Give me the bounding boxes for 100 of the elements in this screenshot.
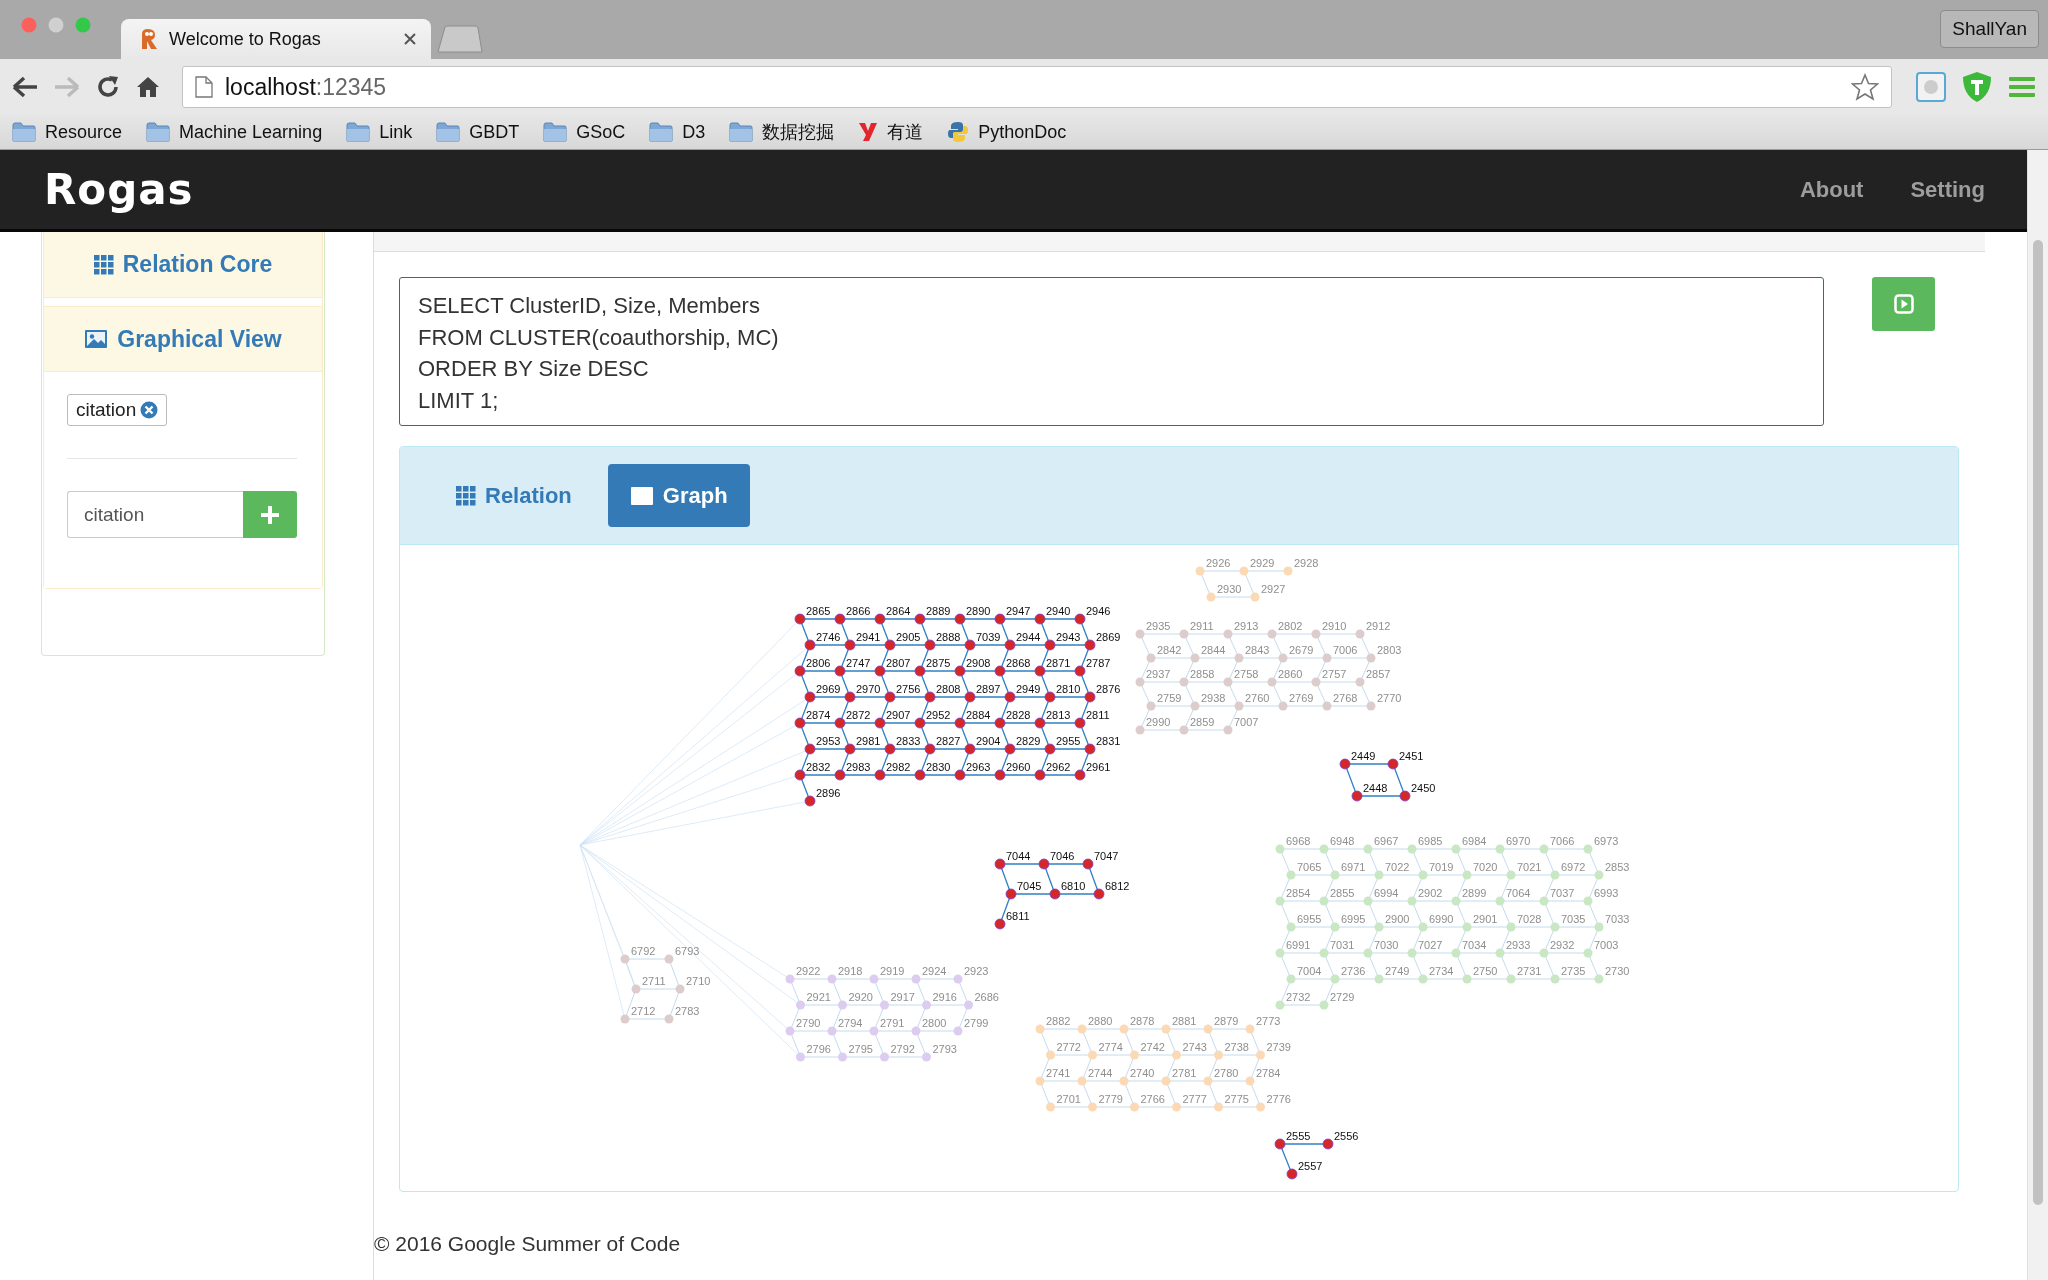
graph-node[interactable]	[1418, 870, 1428, 880]
graph-node[interactable]	[1044, 639, 1056, 651]
graph-node[interactable]	[1084, 639, 1096, 651]
graph-node[interactable]	[874, 665, 886, 677]
graph-node[interactable]	[1330, 974, 1340, 984]
extension-icon[interactable]	[1916, 72, 1946, 102]
graph-node[interactable]	[1245, 1076, 1255, 1086]
graph-node[interactable]	[1387, 758, 1399, 770]
graph-node[interactable]	[1355, 677, 1365, 687]
graph-node[interactable]	[838, 1052, 847, 1062]
forward-icon[interactable]	[54, 76, 80, 98]
graph-node[interactable]	[1195, 566, 1205, 576]
bookmark[interactable]: D3	[649, 121, 706, 143]
bookmark[interactable]: Machine Learning	[146, 121, 323, 143]
scrollbar-thumb[interactable]	[2033, 240, 2043, 1205]
bookmark[interactable]: 数据挖掘	[729, 120, 835, 144]
graph-node[interactable]	[874, 769, 886, 781]
bookmark[interactable]: 有道	[858, 120, 924, 144]
graph-node[interactable]	[1074, 769, 1086, 781]
app-logo[interactable]: Rogas	[44, 165, 194, 214]
graph-node[interactable]	[1161, 1076, 1171, 1086]
graph-node[interactable]	[1506, 974, 1516, 984]
graph-node[interactable]	[1283, 566, 1293, 576]
graph-node[interactable]	[1203, 1024, 1213, 1034]
graph-node[interactable]	[869, 1026, 879, 1036]
profile-button[interactable]: ShallYan	[1940, 10, 2039, 48]
graph-node[interactable]	[1319, 844, 1329, 854]
graph-node[interactable]	[1077, 1076, 1087, 1086]
graph-node[interactable]	[954, 717, 966, 729]
graph-node[interactable]	[1495, 844, 1505, 854]
graph-node[interactable]	[924, 639, 936, 651]
graph-node[interactable]	[1034, 665, 1046, 677]
graph-node[interactable]	[620, 1014, 630, 1024]
graph-node[interactable]	[1044, 691, 1056, 703]
graph-node[interactable]	[834, 769, 846, 781]
graph-node[interactable]	[794, 613, 806, 625]
graph-node[interactable]	[1223, 677, 1233, 687]
graph-node[interactable]	[1462, 974, 1472, 984]
graph-node[interactable]	[1339, 758, 1351, 770]
graph-node[interactable]	[1407, 844, 1417, 854]
graph-node[interactable]	[1077, 1024, 1087, 1034]
graph-node[interactable]	[1319, 1000, 1329, 1010]
graph-node[interactable]	[1049, 888, 1061, 900]
graph-node[interactable]	[1286, 922, 1296, 932]
graph-node[interactable]	[880, 1052, 889, 1062]
graph-node[interactable]	[1239, 566, 1249, 576]
graph-node[interactable]	[1278, 653, 1288, 663]
graph-node[interactable]	[994, 613, 1006, 625]
back-icon[interactable]	[12, 76, 38, 98]
graph-node[interactable]	[964, 639, 976, 651]
graph-node[interactable]	[1278, 701, 1288, 711]
graph-node[interactable]	[1044, 743, 1056, 755]
graph-node[interactable]	[1330, 870, 1340, 880]
graph-node[interactable]	[1539, 948, 1549, 958]
graph-node[interactable]	[664, 1014, 674, 1024]
graph-node[interactable]	[1322, 701, 1332, 711]
graph-node[interactable]	[914, 717, 926, 729]
graph-node[interactable]	[954, 613, 966, 625]
graph-node[interactable]	[1275, 1000, 1285, 1010]
graph-node[interactable]	[1146, 701, 1156, 711]
graph-node[interactable]	[1319, 948, 1329, 958]
graph-node[interactable]	[1363, 896, 1373, 906]
graph-node[interactable]	[1322, 1138, 1334, 1150]
browser-tab[interactable]: Welcome to Rogas	[121, 19, 431, 59]
graph-node[interactable]	[922, 1000, 931, 1010]
view-tab[interactable]: Relation	[434, 464, 594, 527]
graph-node[interactable]	[631, 984, 641, 994]
graph-node[interactable]	[1130, 1050, 1139, 1060]
nav-link[interactable]: About	[1799, 176, 1864, 203]
graph-node[interactable]	[1035, 1076, 1045, 1086]
graph-node[interactable]	[1074, 613, 1086, 625]
graph-node[interactable]	[796, 1000, 805, 1010]
graph-node[interactable]	[1311, 677, 1321, 687]
graph-node[interactable]	[1214, 1050, 1223, 1060]
graph-node[interactable]	[874, 717, 886, 729]
graph-node[interactable]	[1462, 870, 1472, 880]
graph-node[interactable]	[1495, 896, 1505, 906]
graph-node[interactable]	[1550, 870, 1560, 880]
graph-node[interactable]	[1594, 974, 1604, 984]
graph-node[interactable]	[844, 691, 856, 703]
query-editor[interactable]: SELECT ClusterID, Size, Members FROM CLUSTER(coauthorship, MC) ORDER BY Size DESC LIMIT 1;	[399, 277, 1824, 426]
close-icon[interactable]	[403, 32, 417, 46]
menu-icon[interactable]	[2008, 75, 2036, 99]
bookmark[interactable]: Link	[346, 121, 413, 143]
graph-node[interactable]	[1267, 629, 1277, 639]
graph-node[interactable]	[954, 665, 966, 677]
graph-node[interactable]	[838, 1000, 847, 1010]
graph-node[interactable]	[675, 984, 685, 994]
graph-node[interactable]	[1203, 1076, 1213, 1086]
graph-node[interactable]	[1451, 948, 1461, 958]
graph-node[interactable]	[796, 1052, 805, 1062]
graph-node[interactable]	[1082, 858, 1094, 870]
graph-node[interactable]	[1539, 844, 1549, 854]
graph-node[interactable]	[1418, 974, 1428, 984]
graph-node[interactable]	[1311, 629, 1321, 639]
window-control-icon[interactable]	[21, 17, 37, 33]
graph-node[interactable]	[1330, 922, 1340, 932]
graph-node[interactable]	[844, 639, 856, 651]
graph-node[interactable]	[1355, 629, 1365, 639]
graph-node[interactable]	[804, 743, 816, 755]
